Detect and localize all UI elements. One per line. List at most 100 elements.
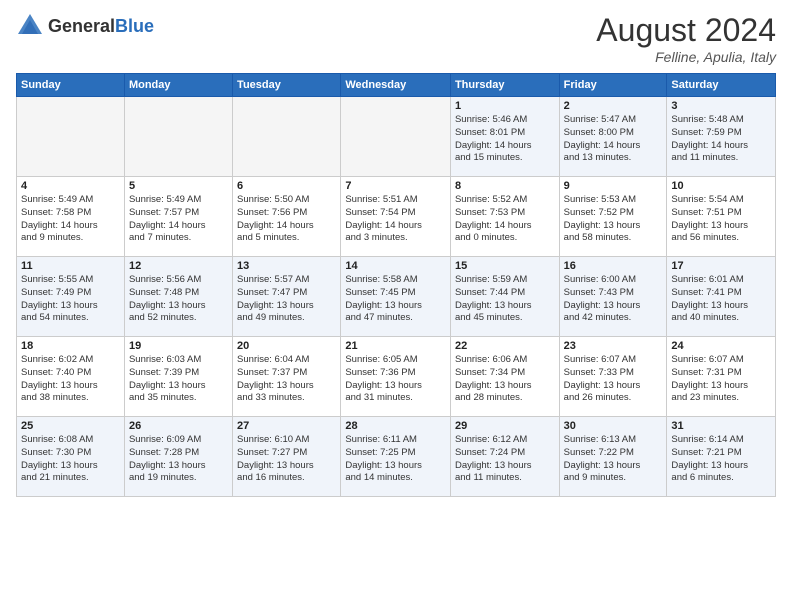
calendar-week-row: 25 Sunrise: 6:08 AMSunset: 7:30 PMDayligh… [17, 417, 776, 497]
calendar-table: Sunday Monday Tuesday Wednesday Thursday… [16, 73, 776, 497]
header-thursday: Thursday [450, 74, 559, 97]
table-row: 22 Sunrise: 6:06 AMSunset: 7:34 PMDayligh… [450, 337, 559, 417]
table-row: 28Sunrise: 6:11 AMSunset: 7:25 PMDayligh… [341, 417, 451, 497]
table-row [124, 97, 232, 177]
day-info: Sunrise: 5:54 AMSunset: 7:51 PMDaylight:… [671, 194, 771, 245]
logo-blue: Blue [115, 16, 154, 36]
day-number: 5 [129, 180, 228, 192]
day-number: 24 [671, 340, 771, 352]
table-row: 14 Sunrise: 5:58 AMSunset: 7:45 PMDayligh… [341, 257, 451, 337]
day-number: 31 [671, 420, 771, 432]
table-row: 18Sunrise: 6:02 AMSunset: 7:40 PMDayligh… [17, 337, 125, 417]
day-number: 13 [237, 260, 336, 272]
day-number: 15 [455, 260, 555, 272]
day-number: 19 [129, 340, 228, 352]
table-row: 1 Sunrise: 5:46 AMSunset: 8:01 PMDaylight… [450, 97, 559, 177]
day-info: Sunrise: 5:52 AMSunset: 7:53 PMDaylight:… [455, 194, 555, 245]
day-number: 23 [564, 340, 663, 352]
day-number: 7 [345, 180, 446, 192]
day-info: Sunrise: 6:00 AMSunset: 7:43 PMDaylight:… [564, 274, 663, 325]
day-number: 16 [564, 260, 663, 272]
day-info: Sunrise: 5:55 AMSunset: 7:49 PMDaylight:… [21, 274, 120, 325]
day-info: Sunrise: 5:49 AMSunset: 7:58 PMDaylight:… [21, 194, 120, 245]
table-row: 20Sunrise: 6:04 AMSunset: 7:37 PMDayligh… [233, 337, 341, 417]
day-number: 14 [345, 260, 446, 272]
table-row: 6 Sunrise: 5:50 AMSunset: 7:56 PMDaylight… [233, 177, 341, 257]
location: Felline, Apulia, Italy [596, 49, 776, 65]
month-year: August 2024 [596, 12, 776, 49]
day-number: 2 [564, 100, 663, 112]
day-info: Sunrise: 6:05 AMSunset: 7:36 PMDaylight:… [345, 354, 446, 405]
header-sunday: Sunday [17, 74, 125, 97]
day-number: 28 [345, 420, 446, 432]
day-number: 3 [671, 100, 771, 112]
day-number: 4 [21, 180, 120, 192]
header-tuesday: Tuesday [233, 74, 341, 97]
day-info: Sunrise: 6:03 AMSunset: 7:39 PMDaylight:… [129, 354, 228, 405]
header: GeneralBlue August 2024 Felline, Apulia,… [16, 12, 776, 65]
day-number: 6 [237, 180, 336, 192]
day-info: Sunrise: 6:02 AMSunset: 7:40 PMDaylight:… [21, 354, 120, 405]
logo: GeneralBlue [16, 12, 154, 40]
weekday-header-row: Sunday Monday Tuesday Wednesday Thursday… [17, 74, 776, 97]
day-info: Sunrise: 5:58 AMSunset: 7:45 PMDaylight:… [345, 274, 446, 325]
table-row: 15 Sunrise: 5:59 AMSunset: 7:44 PMDayligh… [450, 257, 559, 337]
calendar-week-row: 1 Sunrise: 5:46 AMSunset: 8:01 PMDaylight… [17, 97, 776, 177]
day-number: 21 [345, 340, 446, 352]
table-row: 9Sunrise: 5:53 AMSunset: 7:52 PMDaylight… [559, 177, 667, 257]
table-row: 3Sunrise: 5:48 AMSunset: 7:59 PMDaylight… [667, 97, 776, 177]
calendar-week-row: 18Sunrise: 6:02 AMSunset: 7:40 PMDayligh… [17, 337, 776, 417]
day-info: Sunrise: 6:06 AMSunset: 7:34 PMDaylight:… [455, 354, 555, 405]
day-number: 8 [455, 180, 555, 192]
day-number: 1 [455, 100, 555, 112]
table-row: 12 Sunrise: 5:56 AMSunset: 7:48 PMDayligh… [124, 257, 232, 337]
day-number: 20 [237, 340, 336, 352]
day-info: Sunrise: 6:12 AMSunset: 7:24 PMDaylight:… [455, 434, 555, 485]
day-info: Sunrise: 5:49 AMSunset: 7:57 PMDaylight:… [129, 194, 228, 245]
table-row: 24 Sunrise: 6:07 AMSunset: 7:31 PMDayligh… [667, 337, 776, 417]
table-row: 11 Sunrise: 5:55 AMSunset: 7:49 PMDayligh… [17, 257, 125, 337]
table-row: 2Sunrise: 5:47 AMSunset: 8:00 PMDaylight… [559, 97, 667, 177]
day-info: Sunrise: 5:57 AMSunset: 7:47 PMDaylight:… [237, 274, 336, 325]
day-number: 22 [455, 340, 555, 352]
calendar-week-row: 4 Sunrise: 5:49 AMSunset: 7:58 PMDaylight… [17, 177, 776, 257]
day-info: Sunrise: 5:46 AMSunset: 8:01 PMDaylight:… [455, 114, 555, 165]
day-number: 25 [21, 420, 120, 432]
table-row: 16 Sunrise: 6:00 AMSunset: 7:43 PMDayligh… [559, 257, 667, 337]
day-number: 17 [671, 260, 771, 272]
day-info: Sunrise: 6:09 AMSunset: 7:28 PMDaylight:… [129, 434, 228, 485]
day-info: Sunrise: 6:08 AMSunset: 7:30 PMDaylight:… [21, 434, 120, 485]
day-info: Sunrise: 6:10 AMSunset: 7:27 PMDaylight:… [237, 434, 336, 485]
day-info: Sunrise: 6:07 AMSunset: 7:33 PMDaylight:… [564, 354, 663, 405]
table-row: 4 Sunrise: 5:49 AMSunset: 7:58 PMDaylight… [17, 177, 125, 257]
day-number: 29 [455, 420, 555, 432]
table-row: 19 Sunrise: 6:03 AMSunset: 7:39 PMDayligh… [124, 337, 232, 417]
day-info: Sunrise: 5:59 AMSunset: 7:44 PMDaylight:… [455, 274, 555, 325]
header-saturday: Saturday [667, 74, 776, 97]
table-row: 29 Sunrise: 6:12 AMSunset: 7:24 PMDayligh… [450, 417, 559, 497]
day-info: Sunrise: 6:14 AMSunset: 7:21 PMDaylight:… [671, 434, 771, 485]
day-number: 12 [129, 260, 228, 272]
day-info: Sunrise: 5:51 AMSunset: 7:54 PMDaylight:… [345, 194, 446, 245]
day-info: Sunrise: 6:07 AMSunset: 7:31 PMDaylight:… [671, 354, 771, 405]
table-row: 7 Sunrise: 5:51 AMSunset: 7:54 PMDaylight… [341, 177, 451, 257]
header-friday: Friday [559, 74, 667, 97]
table-row: 26 Sunrise: 6:09 AMSunset: 7:28 PMDayligh… [124, 417, 232, 497]
logo-icon [16, 12, 44, 40]
calendar-week-row: 11 Sunrise: 5:55 AMSunset: 7:49 PMDayligh… [17, 257, 776, 337]
table-row: 5 Sunrise: 5:49 AMSunset: 7:57 PMDaylight… [124, 177, 232, 257]
logo-general: General [48, 16, 115, 36]
day-info: Sunrise: 5:56 AMSunset: 7:48 PMDaylight:… [129, 274, 228, 325]
table-row: 30Sunrise: 6:13 AMSunset: 7:22 PMDayligh… [559, 417, 667, 497]
table-row: 31 Sunrise: 6:14 AMSunset: 7:21 PMDayligh… [667, 417, 776, 497]
table-row: 8 Sunrise: 5:52 AMSunset: 7:53 PMDaylight… [450, 177, 559, 257]
day-number: 26 [129, 420, 228, 432]
table-row: 13 Sunrise: 5:57 AMSunset: 7:47 PMDayligh… [233, 257, 341, 337]
day-number: 30 [564, 420, 663, 432]
table-row: 17Sunrise: 6:01 AMSunset: 7:41 PMDayligh… [667, 257, 776, 337]
table-row: 21 Sunrise: 6:05 AMSunset: 7:36 PMDayligh… [341, 337, 451, 417]
page: GeneralBlue August 2024 Felline, Apulia,… [0, 0, 792, 505]
day-info: Sunrise: 5:50 AMSunset: 7:56 PMDaylight:… [237, 194, 336, 245]
day-number: 11 [21, 260, 120, 272]
table-row: 23 Sunrise: 6:07 AMSunset: 7:33 PMDayligh… [559, 337, 667, 417]
